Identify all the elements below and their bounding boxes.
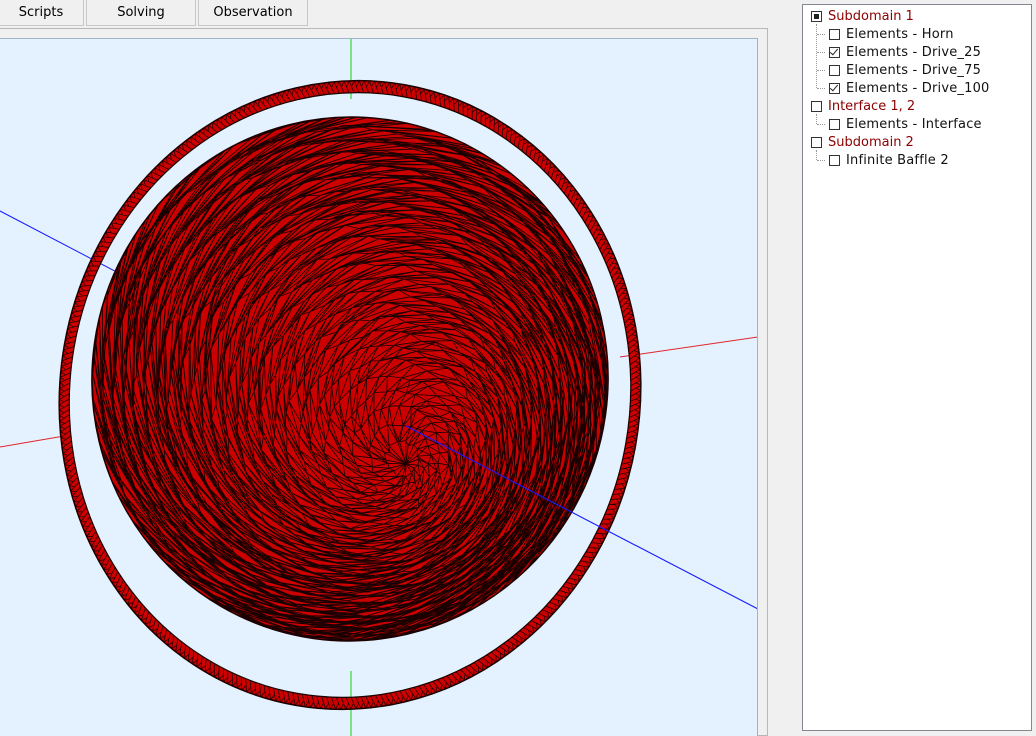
tree-item-elements-drive-75[interactable]: Elements - Drive_75 — [829, 61, 981, 79]
subdomain-tree: Subdomain 1 Elements - Horn Elements - D… — [802, 4, 1032, 731]
tree-item-elements-drive-100[interactable]: Elements - Drive_100 — [829, 79, 990, 97]
tree-guide — [817, 160, 825, 161]
tree-node-subdomain-1[interactable]: Subdomain 1 — [811, 7, 914, 25]
tree-item-label: Elements - Drive_25 — [846, 44, 982, 60]
tree-guide — [816, 150, 817, 160]
tab-solving[interactable]: Solving — [86, 0, 196, 26]
checkbox-elements-drive-25[interactable] — [829, 46, 840, 58]
tree-node-subdomain-2[interactable]: Subdomain 2 — [811, 133, 914, 151]
app-window: Scripts Solving Observation Subdomain 1 … — [0, 0, 1036, 736]
checkbox-elements-drive-100[interactable] — [829, 82, 840, 94]
tab-observation[interactable]: Observation — [198, 0, 308, 26]
tree-guide — [816, 114, 817, 124]
tree-node-label: Interface 1, 2 — [828, 98, 916, 114]
tab-scripts[interactable]: Scripts — [0, 0, 84, 26]
checkbox-elements-interface[interactable] — [829, 118, 840, 130]
tree-guide — [817, 34, 825, 35]
tree-guide — [817, 124, 825, 125]
tree-item-elements-horn[interactable]: Elements - Horn — [829, 25, 954, 43]
tree-item-label: Infinite Baffle 2 — [846, 152, 949, 168]
tree-node-label: Subdomain 1 — [828, 8, 914, 24]
tree-item-elements-drive-25[interactable]: Elements - Drive_25 — [829, 43, 981, 61]
axis-x-line — [619, 336, 757, 358]
tree-item-label: Elements - Drive_100 — [846, 80, 990, 96]
checkbox-subdomain-1[interactable] — [811, 10, 822, 22]
tree-item-label: Elements - Drive_75 — [846, 62, 982, 78]
tree-item-label: Elements - Interface — [846, 116, 982, 132]
checkbox-interface-1-2[interactable] — [811, 100, 822, 112]
tree-item-infinite-baffle-2[interactable]: Infinite Baffle 2 — [829, 151, 949, 169]
checkbox-elements-horn[interactable] — [829, 28, 840, 40]
tab-label: Scripts — [18, 5, 64, 20]
3d-viewport[interactable] — [0, 38, 758, 736]
tree-guide — [817, 52, 825, 53]
tab-label: Solving — [117, 5, 165, 20]
tree-node-label: Subdomain 2 — [828, 134, 914, 150]
tree-item-label: Elements - Horn — [846, 26, 954, 42]
checkbox-subdomain-2[interactable] — [811, 136, 822, 148]
tab-label: Observation — [213, 5, 293, 20]
tab-bar: Scripts Solving Observation — [0, 0, 790, 28]
checkbox-elements-drive-75[interactable] — [829, 64, 840, 76]
mesh-render[interactable] — [0, 39, 758, 736]
checkbox-infinite-baffle-2[interactable] — [829, 154, 840, 166]
tree-node-interface-1-2[interactable]: Interface 1, 2 — [811, 97, 915, 115]
axis-x-line — [0, 434, 71, 448]
tree-guide — [817, 88, 825, 89]
tree-guide — [817, 70, 825, 71]
tree-item-elements-interface[interactable]: Elements - Interface — [829, 115, 982, 133]
